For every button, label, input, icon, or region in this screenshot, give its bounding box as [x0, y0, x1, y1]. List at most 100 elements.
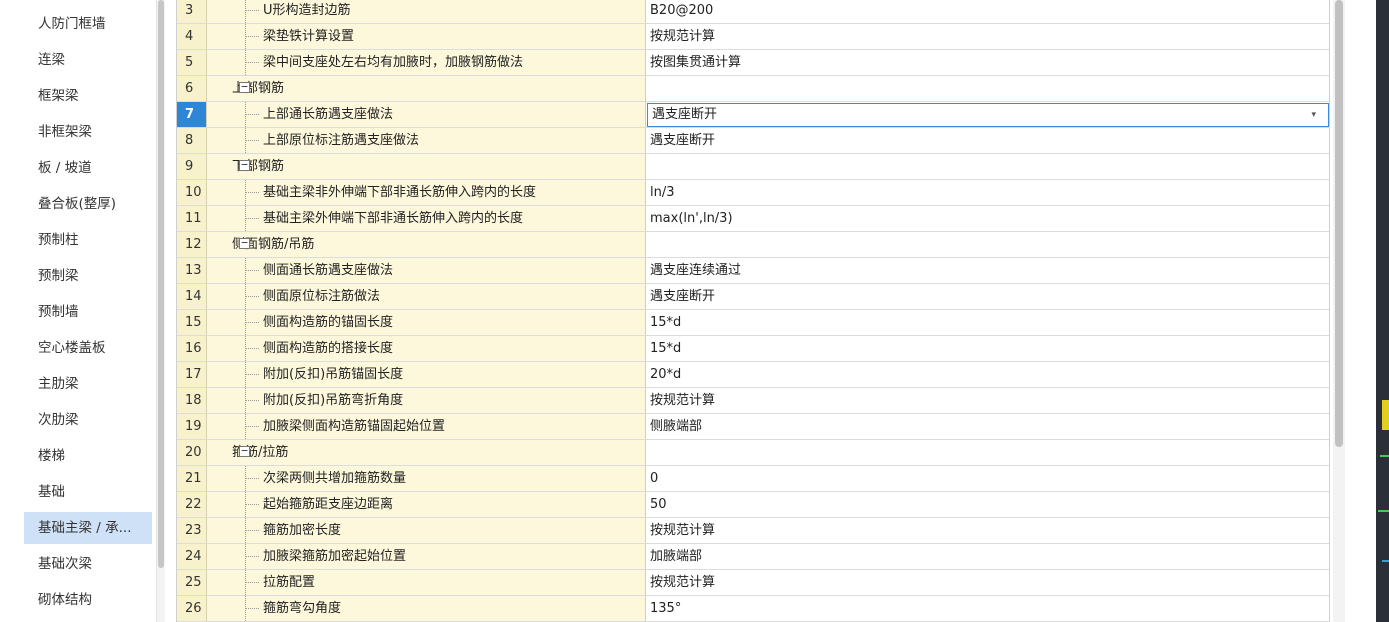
property-row[interactable]: 14 侧面原位标注筋做法 遇支座断开	[177, 284, 1329, 310]
row-number: 19	[177, 414, 207, 439]
property-value[interactable]: ln/3	[646, 180, 1329, 205]
property-row[interactable]: 23 箍筋加密长度 按规范计算	[177, 518, 1329, 544]
canvas-mark	[1380, 455, 1389, 457]
property-row[interactable]: 22 起始箍筋距支座边距离 50	[177, 492, 1329, 518]
property-value[interactable]: 遇支座连续通过	[646, 258, 1329, 283]
sidebar-item[interactable]: 主肋梁	[24, 368, 152, 400]
property-row[interactable]: 8 上部原位标注筋遇支座做法 遇支座断开	[177, 128, 1329, 154]
property-value[interactable]: 按规范计算	[646, 570, 1329, 595]
property-row[interactable]: 16 侧面构造筋的搭接长度 15*d	[177, 336, 1329, 362]
property-row[interactable]: 18 附加(反扣)吊筋弯折角度 按规范计算	[177, 388, 1329, 414]
property-value[interactable]: 按图集贯通计算	[646, 50, 1329, 75]
property-row[interactable]: 3 U形构造封边筋 B20@200	[177, 0, 1329, 24]
property-value[interactable]	[646, 440, 1329, 465]
row-number: 22	[177, 492, 207, 517]
row-number: 6	[177, 76, 207, 101]
property-row[interactable]: 21 次梁两侧共增加箍筋数量 0	[177, 466, 1329, 492]
property-name: U形构造封边筋	[207, 0, 646, 23]
sidebar-item[interactable]: 楼梯	[24, 440, 152, 472]
sidebar-item[interactable]: 预制柱	[24, 224, 152, 256]
row-number: 18	[177, 388, 207, 413]
property-value[interactable]	[646, 76, 1329, 101]
property-label: 箍筋加密长度	[263, 523, 342, 538]
property-value[interactable]: 按规范计算	[646, 24, 1329, 49]
property-row[interactable]: 5 梁中间支座处左右均有加腋时，加腋钢筋做法 按图集贯通计算	[177, 50, 1329, 76]
grid-scrollbar-thumb[interactable]	[1335, 0, 1343, 447]
property-label: 侧面构造筋的搭接长度	[263, 341, 394, 356]
sidebar-item[interactable]: 空心楼盖板	[24, 332, 152, 364]
property-row[interactable]: 19 加腋梁侧面构造筋锚固起始位置 侧腋端部	[177, 414, 1329, 440]
property-value[interactable]: 20*d	[646, 362, 1329, 387]
property-label: 次梁两侧共增加箍筋数量	[263, 471, 407, 486]
property-value[interactable]: 遇支座断开	[646, 284, 1329, 309]
sidebar-item[interactable]: 叠合板(整厚)	[24, 188, 152, 220]
sidebar-item[interactable]: 基础次梁	[24, 548, 152, 580]
group-row[interactable]: 9− 下部钢筋	[177, 154, 1329, 180]
property-row[interactable]: 24 加腋梁箍筋加密起始位置 加腋端部	[177, 544, 1329, 570]
property-name: 箍筋弯勾角度	[207, 596, 646, 621]
tree-line	[245, 10, 259, 12]
property-row[interactable]: 15 侧面构造筋的锚固长度 15*d	[177, 310, 1329, 336]
group-row[interactable]: 20− 箍筋/拉筋	[177, 440, 1329, 466]
sidebar-item[interactable]: 框架梁	[24, 80, 152, 112]
property-value[interactable]	[646, 154, 1329, 179]
chevron-down-icon[interactable]: ▾	[1311, 104, 1316, 126]
property-grid: 3 U形构造封边筋 B20@200 4 梁垫铁计算设置 按规范计算 5 梁中间支座处左右均有加…	[176, 0, 1330, 622]
collapse-toggle-icon[interactable]: −	[239, 81, 250, 93]
property-label: 附加(反扣)吊筋锚固长度	[263, 367, 404, 382]
property-name: 附加(反扣)吊筋弯折角度	[207, 388, 646, 413]
property-name: 基础主梁外伸端下部非通长筋伸入跨内的长度	[207, 206, 646, 231]
row-number: 5	[177, 50, 207, 75]
property-value[interactable]: 按规范计算	[646, 518, 1329, 543]
row-number: 11	[177, 206, 207, 231]
sidebar-item[interactable]: 次肋梁	[24, 404, 152, 436]
property-row[interactable]: 26 箍筋弯勾角度 135°	[177, 596, 1329, 622]
property-label: 附加(反扣)吊筋弯折角度	[263, 393, 404, 408]
sidebar-item[interactable]: 砌体结构	[24, 584, 152, 616]
property-value[interactable]: B20@200	[646, 0, 1329, 23]
collapse-toggle-icon[interactable]: −	[239, 237, 250, 249]
property-value[interactable]: 15*d	[646, 310, 1329, 335]
property-value[interactable]	[646, 232, 1329, 257]
row-number: 12	[177, 232, 207, 257]
property-row[interactable]: 4 梁垫铁计算设置 按规范计算	[177, 24, 1329, 50]
property-row[interactable]: 10 基础主梁非外伸端下部非通长筋伸入跨内的长度 ln/3	[177, 180, 1329, 206]
property-name: 次梁两侧共增加箍筋数量	[207, 466, 646, 491]
property-row[interactable]: 11 基础主梁外伸端下部非通长筋伸入跨内的长度 max(ln',ln/3)	[177, 206, 1329, 232]
sidebar-item[interactable]: 基础	[24, 476, 152, 508]
property-row[interactable]: 7 上部通长筋遇支座做法 遇支座断开 ▾	[177, 102, 1329, 128]
property-value[interactable]: 135°	[646, 596, 1329, 621]
tree-line	[245, 504, 259, 506]
sidebar-item[interactable]: 非框架梁	[24, 116, 152, 148]
tree-line	[245, 348, 259, 350]
property-value[interactable]: 加腋端部	[646, 544, 1329, 569]
sidebar-item[interactable]: 板 / 坡道	[24, 152, 152, 184]
group-row[interactable]: 6− 上部钢筋	[177, 76, 1329, 102]
property-name: 上部通长筋遇支座做法	[207, 102, 646, 127]
row-number: 8	[177, 128, 207, 153]
property-value[interactable]: max(ln',ln/3)	[646, 206, 1329, 231]
property-value[interactable]: 遇支座断开	[646, 128, 1329, 153]
collapse-toggle-icon[interactable]: −	[239, 159, 250, 171]
group-label: − 箍筋/拉筋	[207, 440, 646, 465]
canvas-mark	[1378, 510, 1389, 512]
property-row[interactable]: 13 侧面通长筋遇支座做法 遇支座连续通过	[177, 258, 1329, 284]
property-row[interactable]: 17 附加(反扣)吊筋锚固长度 20*d	[177, 362, 1329, 388]
property-value[interactable]: 15*d	[646, 336, 1329, 361]
sidebar-item[interactable]: 人防门框墙	[24, 8, 152, 40]
sidebar-item[interactable]: 预制梁	[24, 260, 152, 292]
property-value[interactable]: 按规范计算	[646, 388, 1329, 413]
sidebar-item[interactable]: 连梁	[24, 44, 152, 76]
sidebar-item[interactable]: 预制墙	[24, 296, 152, 328]
sidebar-scrollbar-thumb[interactable]	[158, 0, 164, 568]
row-number: 3	[177, 0, 207, 23]
property-value[interactable]: 50	[646, 492, 1329, 517]
property-value[interactable]: 0	[646, 466, 1329, 491]
property-name: 附加(反扣)吊筋锚固长度	[207, 362, 646, 387]
value-dropdown[interactable]: 遇支座断开 ▾	[647, 103, 1329, 127]
sidebar-item[interactable]: 基础主梁 / 承...	[24, 512, 152, 544]
collapse-toggle-icon[interactable]: −	[239, 445, 250, 457]
group-row[interactable]: 12− 侧面钢筋/吊筋	[177, 232, 1329, 258]
property-row[interactable]: 25 拉筋配置 按规范计算	[177, 570, 1329, 596]
property-value[interactable]: 侧腋端部	[646, 414, 1329, 439]
